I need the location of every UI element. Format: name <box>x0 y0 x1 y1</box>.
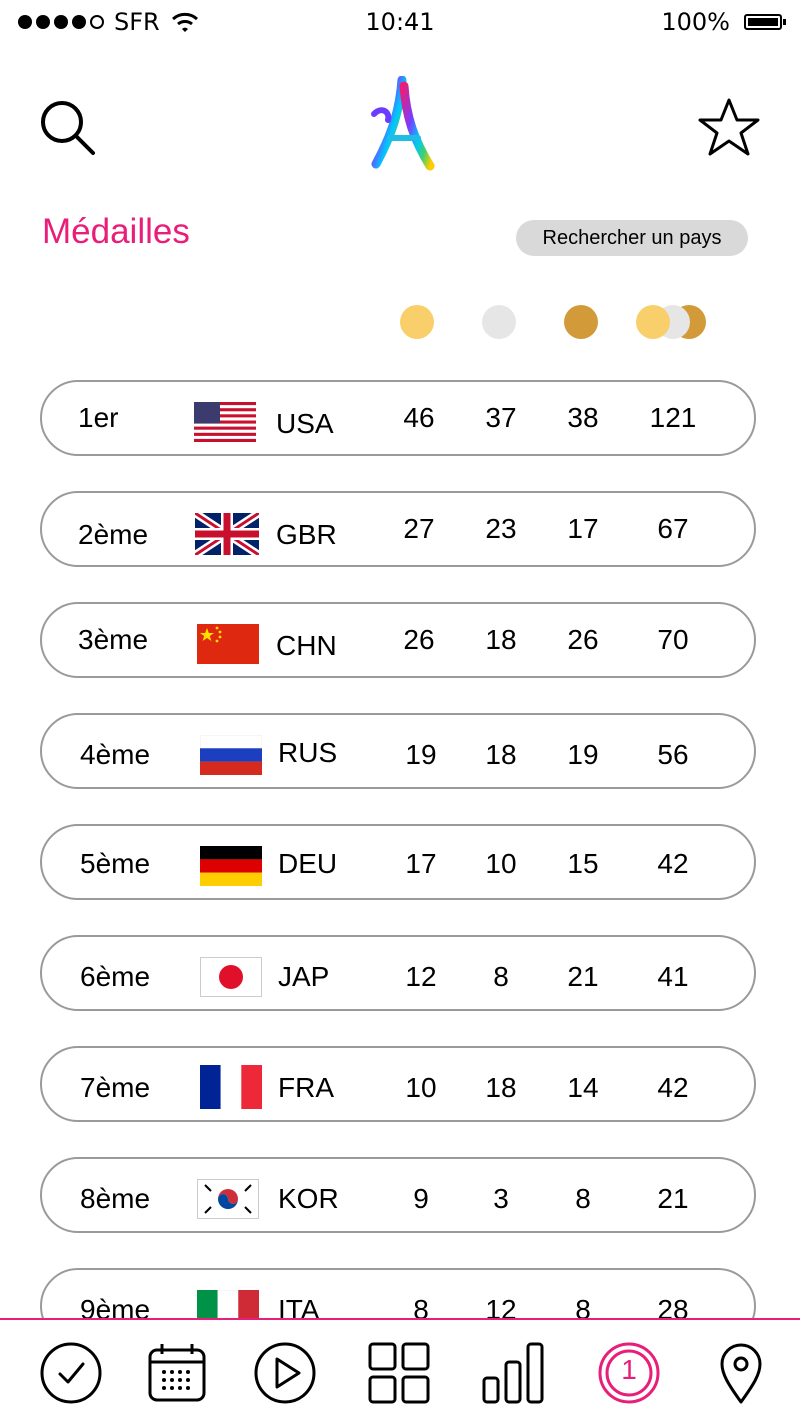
uk-flag-icon <box>195 513 259 555</box>
silver-count: 18 <box>485 624 517 655</box>
battery-group: 100% <box>661 8 786 36</box>
bar-chart-icon[interactable] <box>480 1340 546 1406</box>
usa-flag-icon <box>194 402 256 442</box>
search-country-button[interactable]: Rechercher un pays <box>516 220 748 256</box>
calendar-icon[interactable] <box>144 1340 210 1406</box>
china-flag-icon <box>197 624 259 664</box>
silver-count: 23 <box>485 513 517 544</box>
silver-count: 18 <box>485 1072 517 1103</box>
silver-medal-icon <box>482 305 516 339</box>
battery-icon <box>744 14 786 30</box>
table-row[interactable]: 8ème KOR 9 3 8 21 <box>40 1157 756 1233</box>
total-count: 121 <box>649 402 697 433</box>
bronze-count: 14 <box>567 1072 599 1103</box>
star-icon[interactable] <box>696 96 762 160</box>
country-code: KOR <box>278 1183 339 1214</box>
total-medals-icon <box>636 305 708 339</box>
bronze-count: 21 <box>567 961 599 992</box>
check-icon[interactable] <box>38 1340 104 1406</box>
rank-label: 5ème <box>80 848 151 879</box>
gold-count: 26 <box>403 624 435 655</box>
table-row[interactable]: 3ème CHN 26 18 26 70 <box>40 602 756 678</box>
silver-count: 3 <box>493 1183 509 1214</box>
gold-count: 9 <box>413 1183 429 1214</box>
location-pin-icon[interactable] <box>708 1340 774 1406</box>
russia-flag-icon <box>200 735 262 775</box>
total-count: 42 <box>657 848 689 879</box>
table-row[interactable]: 4ème RUS 19 18 19 56 <box>40 713 756 789</box>
gold-count: 17 <box>405 848 437 879</box>
rank-label: 1er <box>78 402 119 433</box>
south-korea-flag-icon <box>197 1179 259 1219</box>
total-count: 41 <box>657 961 689 992</box>
rank-label: 8ème <box>80 1183 151 1214</box>
table-row[interactable]: 1er USA 46 37 38 121 <box>40 380 756 456</box>
rank-label: 7ème <box>80 1072 151 1103</box>
silver-count: 8 <box>493 961 509 992</box>
bronze-count: 15 <box>567 848 599 879</box>
bronze-count: 26 <box>567 624 599 655</box>
grid-icon[interactable] <box>366 1340 432 1406</box>
bronze-count: 17 <box>567 513 599 544</box>
gold-count: 46 <box>403 402 435 433</box>
medal-count-label: 1 <box>621 1354 637 1385</box>
total-count: 42 <box>657 1072 689 1103</box>
gold-count: 10 <box>405 1072 437 1103</box>
total-count: 67 <box>657 513 689 544</box>
table-row[interactable]: 5ème DEU 17 10 15 42 <box>40 824 756 900</box>
germany-flag-icon <box>200 846 262 886</box>
total-count: 56 <box>657 739 689 770</box>
france-flag-icon <box>200 1065 262 1109</box>
silver-count: 18 <box>485 739 517 770</box>
status-bar: SFR 10:41 100% <box>0 0 800 46</box>
gold-medal-icon <box>400 305 434 339</box>
country-code: JAP <box>278 961 330 992</box>
country-code: GBR <box>276 519 337 550</box>
play-icon[interactable] <box>252 1340 318 1406</box>
rank-label: 2ème <box>78 519 149 550</box>
page-title: Médailles <box>42 212 190 251</box>
table-row[interactable]: 6ème JAP 12 8 21 41 <box>40 935 756 1011</box>
table-row[interactable]: 2ème GBR 27 23 17 67 <box>40 491 756 567</box>
rank-label: 6ème <box>80 961 151 992</box>
country-code: USA <box>276 408 334 439</box>
medal-count-icon[interactable]: 1 <box>596 1340 662 1406</box>
silver-count: 37 <box>485 402 517 433</box>
silver-count: 10 <box>485 848 517 879</box>
gold-count: 12 <box>405 961 437 992</box>
search-icon[interactable] <box>38 98 98 158</box>
bronze-count: 38 <box>567 402 599 433</box>
battery-percent: 100% <box>661 8 730 36</box>
japan-flag-icon <box>200 957 262 997</box>
gold-count: 27 <box>403 513 435 544</box>
bronze-medal-icon <box>564 305 598 339</box>
table-row[interactable]: 7ème FRA 10 18 14 42 <box>40 1046 756 1122</box>
country-code: CHN <box>276 630 337 661</box>
bronze-count: 8 <box>575 1183 591 1214</box>
country-code: RUS <box>278 737 338 768</box>
paris-2024-logo <box>371 76 435 171</box>
country-code: FRA <box>278 1072 334 1103</box>
total-count: 70 <box>657 624 689 655</box>
rank-label: 4ème <box>80 739 151 770</box>
tab-bar: 1 <box>0 1318 800 1425</box>
gold-count: 19 <box>405 739 437 770</box>
rank-label: 3ème <box>78 624 149 655</box>
country-code: DEU <box>278 848 338 879</box>
bronze-count: 19 <box>567 739 599 770</box>
total-count: 21 <box>657 1183 689 1214</box>
